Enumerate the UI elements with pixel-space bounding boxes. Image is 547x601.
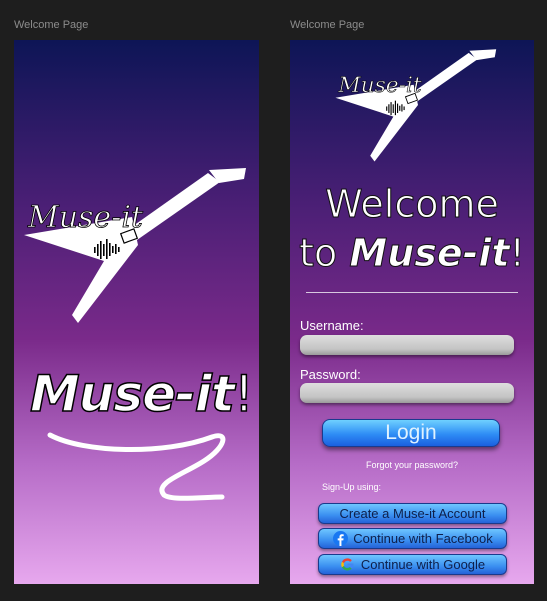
facebook-icon [332,531,348,547]
frame-label-left: Welcome Page [14,19,89,31]
forgot-password-link[interactable]: Forgot your password? [290,460,534,470]
google-signup-label: Continue with Google [360,557,486,572]
swoosh-decoration [47,432,226,501]
splash-title-suffix: ! [233,364,255,424]
create-account-button[interactable]: Create a Muse-it Account [318,503,507,524]
splash-title-brand: Muse-it [29,364,235,424]
password-field[interactable] [300,383,514,403]
welcome-brand: Muse-it [349,231,510,276]
divider [306,292,518,293]
signup-label: Sign-Up using: [322,482,382,492]
guitar-logo-small-icon: Muse-it [335,49,497,162]
create-account-label: Create a Muse-it Account [339,506,486,521]
username-label: Username: [300,318,364,333]
google-icon [340,557,356,573]
logo-wordmark: Muse-it [27,200,144,235]
facebook-signup-button[interactable]: Continue with Facebook [318,528,507,549]
logo-wordmark-small: Muse-it [337,73,422,98]
password-label: Password: [300,367,361,382]
splash-title: Muse-it! [29,364,255,424]
welcome-to: to [299,231,350,276]
login-screen: Muse-it Welcome to Muse-it! Username: Pa… [290,40,534,584]
welcome-heading-line1: Welcome [325,182,500,227]
frame-label-right: Welcome Page [290,19,365,31]
welcome-heading-line2: to Muse-it! [290,231,534,276]
splash-screen: Muse-it Muse-it! [14,40,259,584]
facebook-signup-label: Continue with Facebook [353,531,493,546]
welcome-suffix: ! [509,231,525,276]
username-field[interactable] [300,335,514,355]
guitar-logo-icon: Muse-it [24,168,246,323]
login-button[interactable]: Login [322,419,500,447]
google-signup-button[interactable]: Continue with Google [318,554,507,575]
